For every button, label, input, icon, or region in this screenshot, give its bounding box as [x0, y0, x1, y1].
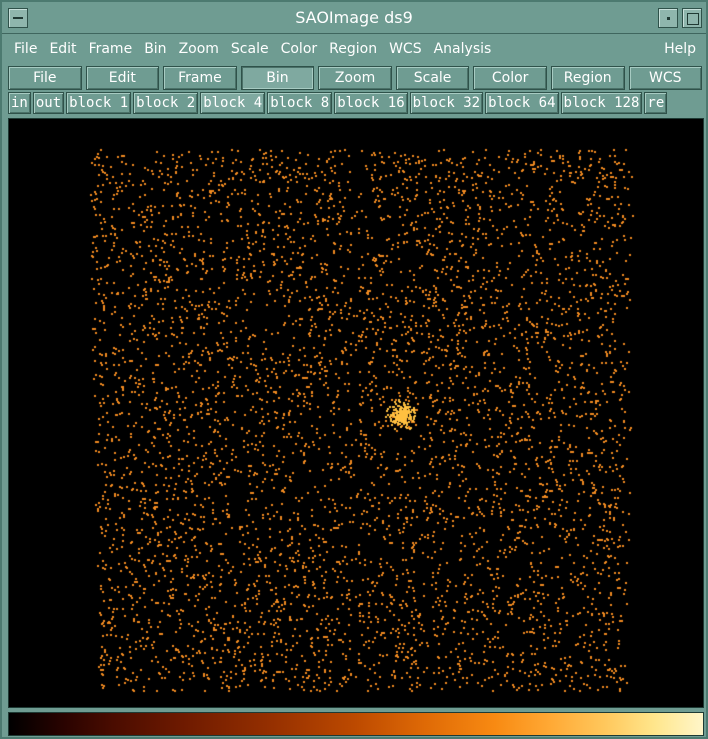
menu-region[interactable]: Region	[323, 41, 383, 57]
button-color[interactable]: Color	[473, 66, 547, 90]
button-edit[interactable]: Edit	[85, 66, 160, 90]
bin-block-2-button[interactable]: block 2	[133, 92, 199, 114]
title-bar[interactable]: SAOImage ds9	[2, 2, 706, 34]
window-title: SAOImage ds9	[295, 8, 413, 27]
bin-in-button[interactable]: in	[8, 92, 31, 114]
bin-block-64-button[interactable]: block 64	[485, 92, 559, 114]
xray-event-image[interactable]	[9, 119, 703, 707]
menu-edit[interactable]: Edit	[43, 41, 82, 57]
button-bar: File Edit Frame Bin Zoom Scale Color Reg…	[8, 66, 703, 90]
bin-block-4-button[interactable]: block 4	[200, 92, 266, 114]
menu-bin[interactable]: Bin	[138, 41, 172, 57]
minimize-icon[interactable]	[658, 8, 678, 28]
menu-file[interactable]: File	[8, 41, 43, 57]
bin-block-32-button[interactable]: block 32	[409, 92, 484, 114]
colorbar[interactable]	[8, 712, 704, 736]
bin-re-button[interactable]: re	[644, 92, 668, 114]
bin-block-8-button[interactable]: block 8	[267, 92, 333, 114]
menu-color[interactable]: Color	[275, 41, 324, 57]
menu-scale[interactable]: Scale	[225, 41, 275, 57]
bin-out-button[interactable]: out	[32, 92, 65, 114]
button-file[interactable]: File	[8, 66, 82, 90]
image-display-frame[interactable]	[8, 118, 704, 708]
button-bin[interactable]: Bin	[240, 66, 315, 90]
bin-block-16-button[interactable]: block 16	[334, 92, 408, 114]
menu-analysis[interactable]: Analysis	[428, 41, 498, 57]
button-frame[interactable]: Frame	[163, 66, 237, 90]
bin-block-1-button[interactable]: block 1	[66, 92, 132, 114]
button-region[interactable]: Region	[550, 66, 625, 90]
menu-bar: File Edit Frame Bin Zoom Scale Color Reg…	[8, 36, 702, 62]
button-wcs[interactable]: WCS	[628, 66, 703, 90]
button-zoom[interactable]: Zoom	[318, 66, 392, 90]
menu-frame[interactable]: Frame	[83, 41, 139, 57]
menu-help[interactable]: Help	[658, 41, 702, 57]
bin-block-128-button[interactable]: block 128	[560, 92, 643, 114]
menu-wcs[interactable]: WCS	[383, 41, 428, 57]
bin-sub-button-bar: in out block 1 block 2 block 4 block 8 b…	[8, 92, 704, 114]
menu-zoom[interactable]: Zoom	[173, 41, 225, 57]
button-scale[interactable]: Scale	[395, 66, 470, 90]
ds9-window: SAOImage ds9 File Edit Frame Bin Zoom Sc…	[0, 0, 708, 739]
maximize-icon[interactable]	[682, 8, 702, 28]
